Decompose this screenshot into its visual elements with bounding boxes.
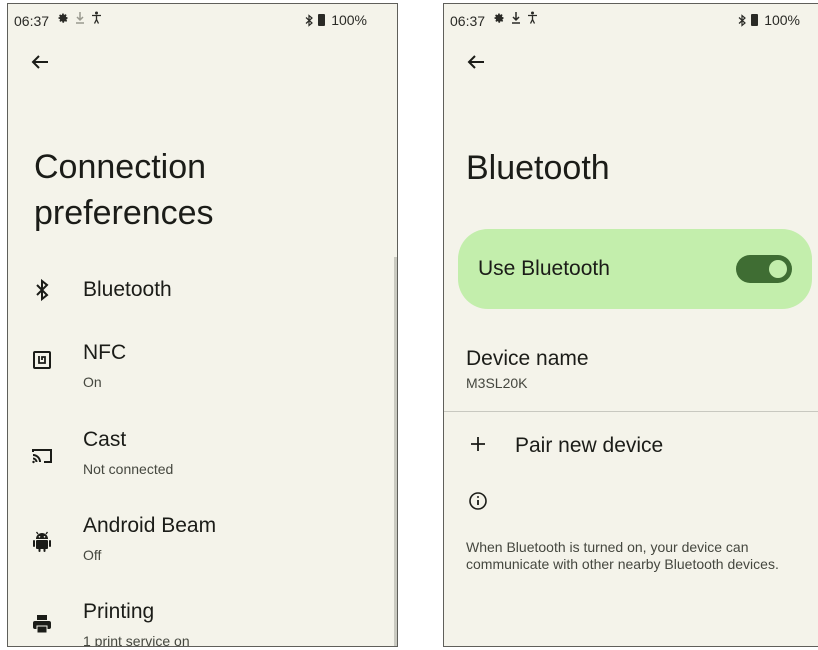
status-bar: 06:37 100% (444, 4, 818, 34)
pref-item-title: Android Beam (83, 514, 217, 537)
pair-new-device-label: Pair new device (515, 434, 664, 457)
connection-preferences-screen: 06:37 100% Connection preferences Blueto… (7, 3, 398, 647)
android-icon (33, 531, 51, 552)
pref-item-subtitle: 1 print service on (83, 633, 190, 647)
toggle-knob (769, 260, 787, 278)
battery-icon (318, 14, 326, 26)
bluetooth-info-text: When Bluetooth is turned on, your device… (466, 539, 779, 572)
pref-item-subtitle: On (83, 374, 102, 390)
use-bluetooth-label: Use Bluetooth (478, 257, 610, 280)
cast-icon (32, 449, 52, 464)
bluetooth-settings-screen: 06:37 100% Bluetooth Use Bluetooth Devic… (443, 3, 818, 647)
pref-item-cast[interactable]: Cast Not connected (8, 420, 397, 490)
device-name-title: Device name (466, 347, 589, 370)
pref-item-title: Bluetooth (83, 278, 172, 301)
status-bar: 06:37 100% (8, 4, 397, 34)
pref-item-bluetooth[interactable]: Bluetooth (8, 254, 397, 324)
pref-item-title: Cast (83, 428, 127, 451)
accessibility-icon (528, 11, 537, 24)
pair-new-device-button[interactable]: Pair new device (444, 414, 818, 476)
bluetooth-icon (36, 278, 49, 302)
device-name-row[interactable]: Device name M3SL20K (466, 347, 589, 391)
battery-level: 100% (764, 12, 800, 28)
download-icon (512, 12, 520, 24)
device-name-value: M3SL20K (466, 375, 528, 391)
use-bluetooth-row[interactable]: Use Bluetooth (458, 229, 812, 309)
download-icon (76, 12, 84, 24)
status-time: 06:37 (14, 13, 50, 29)
page-title: Connection preferences (34, 148, 214, 232)
printer-icon (33, 615, 51, 634)
bluetooth-status-icon (305, 13, 314, 27)
gear-icon (58, 13, 68, 23)
bluetooth-toggle[interactable] (736, 255, 792, 283)
pref-item-subtitle: Not connected (83, 461, 174, 477)
accessibility-icon (92, 11, 101, 24)
nfc-icon (33, 351, 51, 369)
divider (444, 411, 818, 412)
battery-level: 100% (331, 12, 367, 28)
bluetooth-status-icon (738, 13, 747, 27)
battery-icon (751, 14, 759, 26)
pref-item-title: Printing (83, 600, 155, 623)
pref-item-title: NFC (83, 341, 127, 364)
back-arrow-icon[interactable] (28, 50, 52, 74)
pref-item-printing[interactable]: Printing 1 print service on (8, 592, 397, 647)
gear-icon (494, 13, 504, 23)
page-title: Bluetooth (466, 149, 610, 187)
pref-item-subtitle: Off (83, 547, 102, 563)
pref-item-nfc[interactable]: NFC On (8, 334, 397, 404)
pref-item-android-beam[interactable]: Android Beam Off (8, 506, 397, 576)
status-time: 06:37 (450, 13, 486, 29)
info-icon (469, 492, 487, 510)
scrollbar[interactable] (394, 257, 397, 646)
plus-icon (471, 437, 485, 451)
back-arrow-icon[interactable] (464, 50, 488, 74)
